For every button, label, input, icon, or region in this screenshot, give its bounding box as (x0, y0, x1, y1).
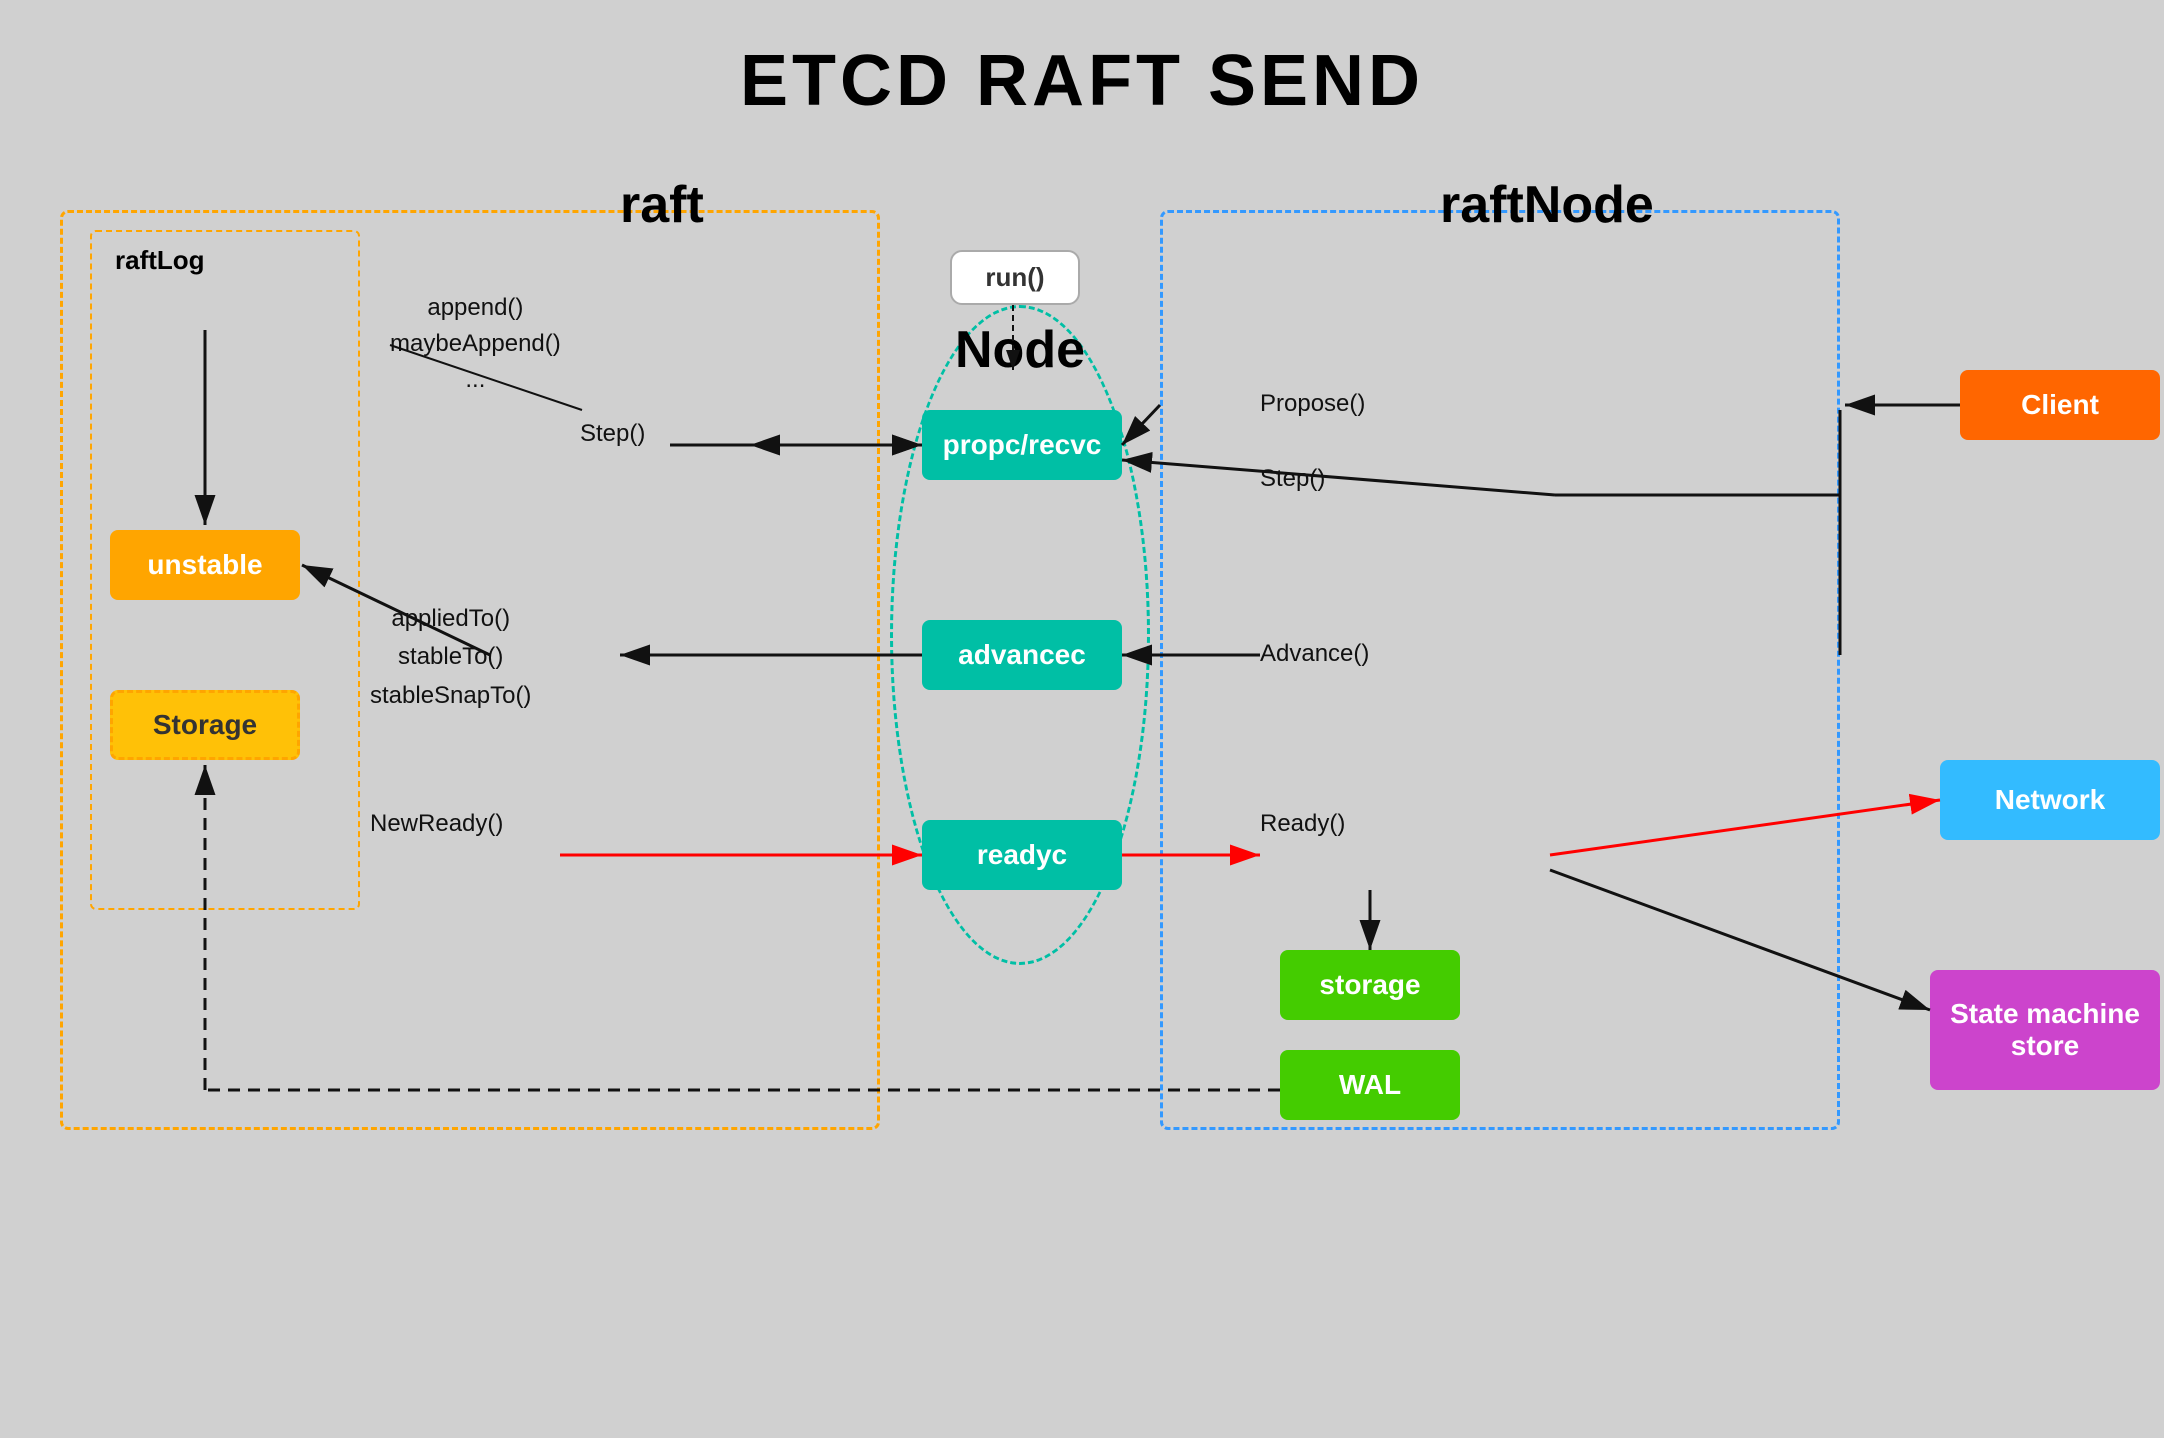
propc-box: propc/recvc (922, 410, 1122, 480)
step2-text: Step() (1260, 465, 1325, 493)
storage2-box: storage (1280, 950, 1460, 1020)
diagram-area: raft raftNode raftLog Node run() propc/r… (60, 150, 2104, 1378)
client-box: Client (1960, 370, 2160, 440)
step-text: Step() (580, 420, 645, 448)
page-title: ETCD RAFT SEND (0, 0, 2164, 122)
storage-box: Storage (110, 690, 300, 760)
node-label: Node (920, 320, 1120, 380)
raftnode-box (1160, 210, 1840, 1130)
ready-text: Ready() (1260, 810, 1345, 838)
raft-label: raft (620, 175, 704, 235)
run-button: run() (950, 250, 1080, 305)
advance-text: Advance() (1260, 640, 1369, 668)
unstable-box: unstable (110, 530, 300, 600)
statemachine-box: State machinestore (1930, 970, 2160, 1090)
raftlog-label: raftLog (115, 245, 205, 276)
append-text: append()maybeAppend()... (390, 290, 561, 398)
newready-text: NewReady() (370, 810, 503, 838)
network-box: Network (1940, 760, 2160, 840)
propose-text: Propose() (1260, 390, 1365, 418)
raftnode-label: raftNode (1440, 175, 1654, 235)
readyc-box: readyc (922, 820, 1122, 890)
advancec-box: advancec (922, 620, 1122, 690)
wal-box: WAL (1280, 1050, 1460, 1120)
appliedto-text: appliedTo()stableTo()stableSnapTo() (370, 600, 531, 715)
